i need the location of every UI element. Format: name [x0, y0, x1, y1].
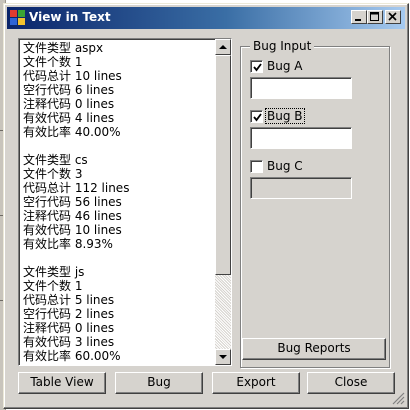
- report-line: 有效代码 4 lines: [23, 111, 115, 125]
- view-in-text-window: View in Text 文件类型 aspx 文件个数 1 代码总计 10 line…: [3, 3, 409, 409]
- report-line: 文件个数 1: [23, 279, 83, 293]
- maximize-button[interactable]: [367, 10, 383, 24]
- bug-c-label[interactable]: Bug C: [267, 159, 303, 173]
- report-line: 文件个数 3: [23, 167, 83, 181]
- minimize-button[interactable]: [351, 10, 367, 24]
- report-line: 有效代码 3 lines: [23, 335, 115, 349]
- maximize-icon: [370, 12, 379, 21]
- report-line: 文件类型 js: [23, 265, 85, 279]
- bug-b-label[interactable]: Bug B: [265, 108, 305, 124]
- scroll-down-arrow-icon: [219, 355, 227, 359]
- report-line: 有效代码 10 lines: [23, 223, 122, 237]
- report-line: 有效比率 8.93%: [23, 237, 113, 251]
- report-line: 代码总计 10 lines: [23, 69, 122, 83]
- scroll-up-button[interactable]: [215, 39, 231, 55]
- report-line: 注释代码 46 lines: [23, 209, 122, 223]
- scroll-down-button[interactable]: [215, 349, 231, 365]
- report-line: 文件类型 cs: [23, 153, 88, 167]
- bug-input-title: Bug Input: [250, 39, 315, 53]
- bug-b-input[interactable]: [250, 127, 352, 149]
- app-window-icon[interactable]: [10, 10, 26, 26]
- close-icon: [388, 12, 397, 21]
- window-title: View in Text: [29, 10, 111, 24]
- report-line: 代码总计 5 lines: [23, 293, 115, 307]
- checkmark-icon: [253, 63, 262, 72]
- checkmark-icon: [253, 113, 262, 122]
- report-text: 文件类型 aspx 文件个数 1 代码总计 10 lines 空行代码 6 lines…: [23, 41, 213, 363]
- report-line: 注释代码 0 lines: [23, 321, 115, 335]
- report-line: 有效比率 40.00%: [23, 125, 121, 139]
- report-line: 空行代码 56 lines: [23, 195, 122, 209]
- scroll-track[interactable]: [215, 275, 231, 349]
- minimize-icon: [355, 19, 361, 21]
- report-line: 空行代码 6 lines: [23, 83, 115, 97]
- resize-grip-icon[interactable]: [392, 392, 405, 405]
- report-line: 空行代码 2 lines: [23, 307, 115, 321]
- report-blank-line: [23, 139, 213, 153]
- bug-b-checkbox[interactable]: [250, 110, 263, 123]
- report-line: 代码总计 112 lines: [23, 181, 130, 195]
- bug-c-checkbox[interactable]: [250, 160, 263, 173]
- report-blank-line: [23, 251, 213, 265]
- bug-a-checkbox[interactable]: [250, 60, 263, 73]
- scroll-up-arrow-icon: [219, 45, 227, 49]
- bug-a-label[interactable]: Bug A: [267, 59, 302, 73]
- table-view-button[interactable]: Table View: [18, 372, 106, 394]
- close-button[interactable]: Close: [307, 372, 395, 394]
- vertical-scrollbar[interactable]: [215, 39, 231, 365]
- report-line: 文件个数 1: [23, 55, 83, 69]
- bug-button[interactable]: Bug: [115, 372, 203, 394]
- scroll-thumb[interactable]: [215, 55, 231, 275]
- report-line: 注释代码 0 lines: [23, 97, 115, 111]
- report-line: 文件类型 aspx: [23, 41, 104, 55]
- report-text-area[interactable]: 文件类型 aspx 文件个数 1 代码总计 10 lines 空行代码 6 lines…: [18, 38, 232, 366]
- bug-reports-button[interactable]: Bug Reports: [242, 338, 386, 360]
- report-line: 有效比率 60.00%: [23, 349, 121, 363]
- bug-a-input[interactable]: [250, 77, 352, 99]
- export-button[interactable]: Export: [212, 372, 300, 394]
- close-window-button[interactable]: [385, 10, 401, 24]
- bug-c-input: [250, 177, 352, 199]
- title-bar[interactable]: View in Text: [7, 7, 405, 29]
